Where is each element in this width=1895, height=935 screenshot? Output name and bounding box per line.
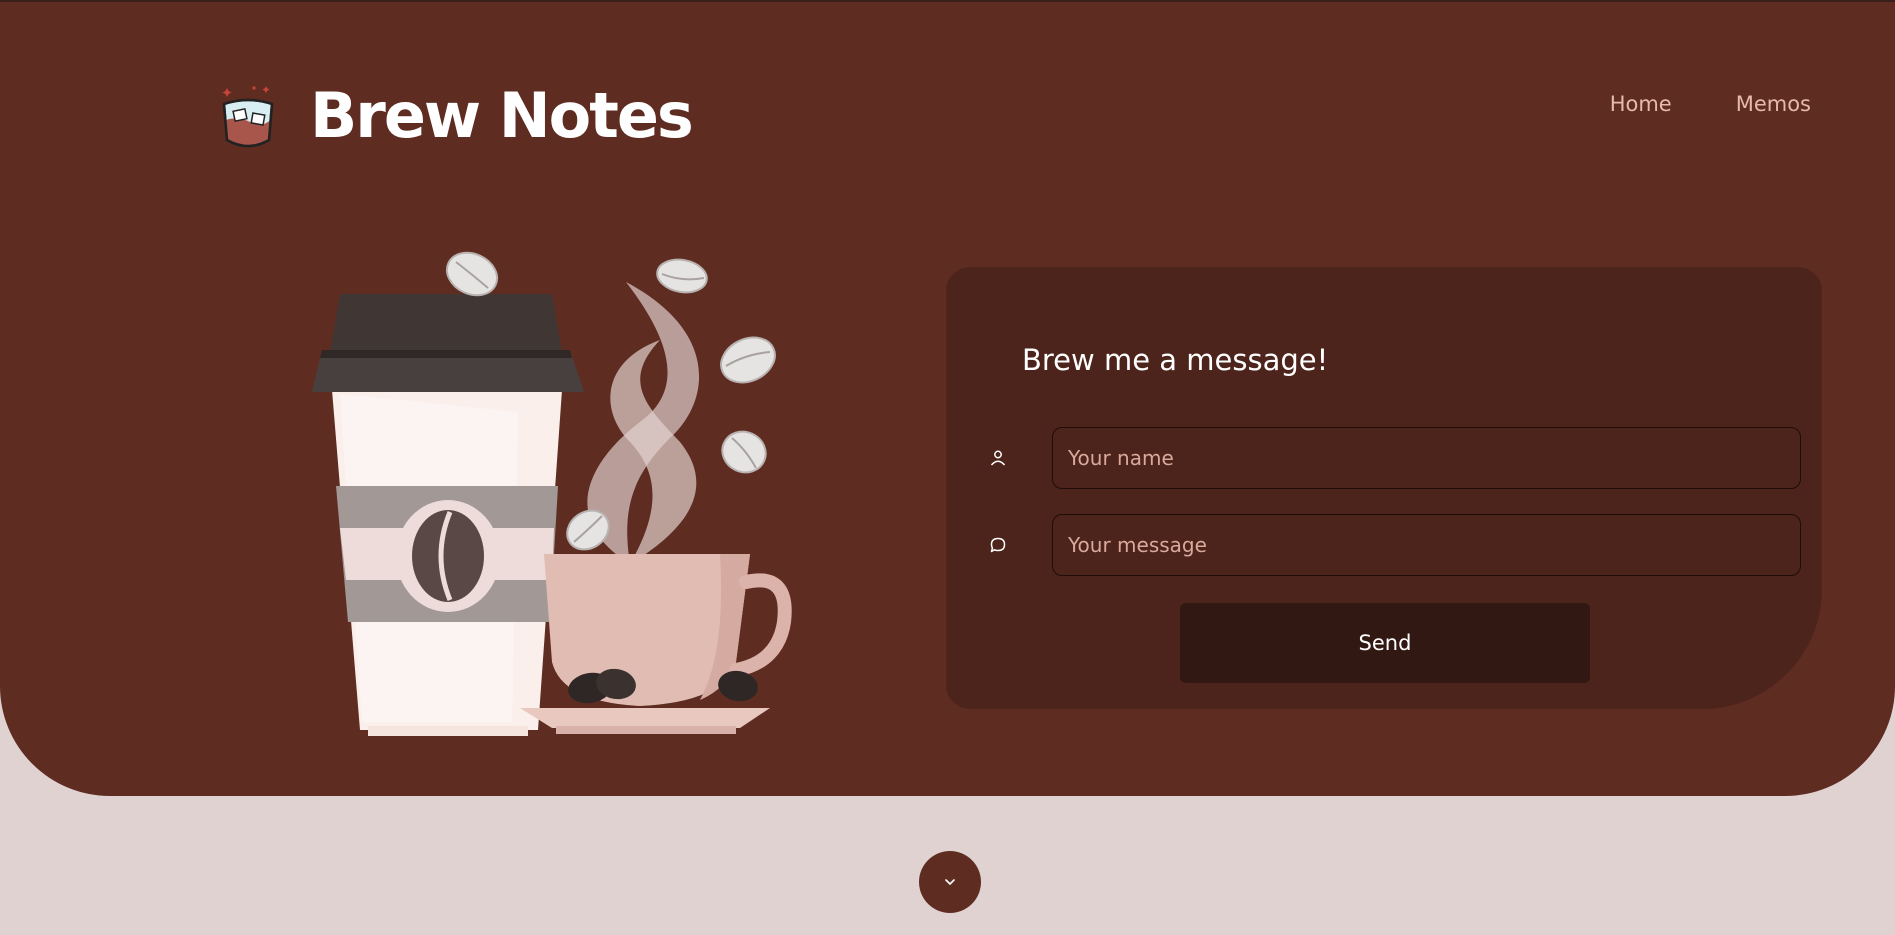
message-input[interactable] <box>1052 514 1801 576</box>
coffee-illustration <box>312 251 792 736</box>
message-field-row <box>986 514 1801 576</box>
name-input[interactable] <box>1052 427 1801 489</box>
message-card: Brew me a message! Send <box>946 267 1822 709</box>
form-title: Brew me a message! <box>1022 343 1329 377</box>
iced-coffee-glass-icon <box>222 86 274 148</box>
nav-memos-link[interactable]: Memos <box>1736 92 1811 116</box>
chevron-down-icon <box>945 879 955 885</box>
brand[interactable]: Brew Notes <box>218 76 694 156</box>
main-nav: Home Memos <box>1610 92 1811 116</box>
hero-section: Brew Notes Home Memos Brew me a message!… <box>0 0 1895 796</box>
chat-bubble-icon <box>986 533 1010 557</box>
scroll-down-button[interactable] <box>919 851 981 913</box>
name-field-row <box>986 427 1801 489</box>
send-button[interactable]: Send <box>1180 603 1590 683</box>
brand-title: Brew Notes <box>310 79 694 152</box>
nav-home-link[interactable]: Home <box>1610 92 1672 116</box>
user-icon <box>986 446 1010 470</box>
